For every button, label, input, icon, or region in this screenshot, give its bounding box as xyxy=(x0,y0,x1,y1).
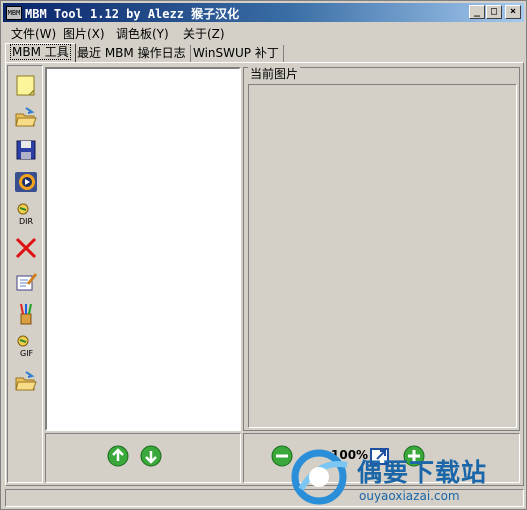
new-note-icon[interactable] xyxy=(14,74,38,98)
svg-text:DIR: DIR xyxy=(19,217,34,226)
menu-image[interactable]: 图片(X) xyxy=(63,25,105,42)
open-folder-2-icon[interactable] xyxy=(14,370,38,394)
tab-strip: MBM 工具 最近 MBM 操作日志 WinSWUP 补丁 xyxy=(5,43,524,63)
tab-recent-log[interactable]: 最近 MBM 操作日志 xyxy=(73,45,191,62)
dir-scan-icon[interactable]: DIR xyxy=(14,202,38,226)
gif-export-icon[interactable]: GIF xyxy=(14,334,38,358)
menu-file[interactable]: 文件(W) xyxy=(11,25,56,42)
watermark-logo-icon xyxy=(291,449,348,505)
tab-winswup-patch[interactable]: WinSWUP 补丁 xyxy=(189,45,284,62)
menu-palette[interactable]: 调色板(Y) xyxy=(116,25,169,42)
tab-label: MBM 工具 xyxy=(10,44,71,60)
image-preview xyxy=(248,84,517,428)
svg-text:GIF: GIF xyxy=(20,349,34,358)
file-list[interactable] xyxy=(45,67,241,431)
current-image-group: 当前图片 xyxy=(243,67,520,431)
menu-about[interactable]: 关于(Z) xyxy=(183,25,225,42)
app-icon: MBM xyxy=(6,6,22,20)
current-image-label: 当前图片 xyxy=(248,67,301,81)
maximize-button[interactable]: □ xyxy=(486,5,502,19)
app-window: MBM MBM Tool 1.12 by Alezz 猴子汉化 _ □ × 文件… xyxy=(0,0,527,510)
window-title: MBM Tool 1.12 by Alezz 猴子汉化 xyxy=(25,7,240,21)
save-disk-icon[interactable] xyxy=(14,138,38,162)
tab-mbm-tool[interactable]: MBM 工具 xyxy=(5,43,76,63)
delete-x-icon[interactable] xyxy=(14,236,38,260)
watermark: 偶要下载站 ouyaoxiazai.com xyxy=(287,441,527,507)
open-folder-icon[interactable] xyxy=(14,106,38,130)
title-bar[interactable]: MBM MBM Tool 1.12 by Alezz 猴子汉化 _ □ × xyxy=(3,3,524,22)
watermark-url: ouyaoxiazai.com xyxy=(359,489,460,503)
media-player-icon[interactable] xyxy=(14,170,38,194)
tool-strip: DIR GIF xyxy=(7,65,43,483)
menu-bar: 文件(W) 图片(X) 调色板(Y) 关于(Z) xyxy=(3,23,524,41)
edit-notepad-icon[interactable] xyxy=(14,270,38,294)
close-button[interactable]: × xyxy=(505,5,521,19)
brushes-icon[interactable] xyxy=(14,302,38,326)
watermark-title: 偶要下载站 xyxy=(357,458,488,487)
minimize-button[interactable]: _ xyxy=(469,5,485,19)
move-up-button[interactable] xyxy=(107,445,129,467)
move-down-button[interactable] xyxy=(140,445,162,467)
